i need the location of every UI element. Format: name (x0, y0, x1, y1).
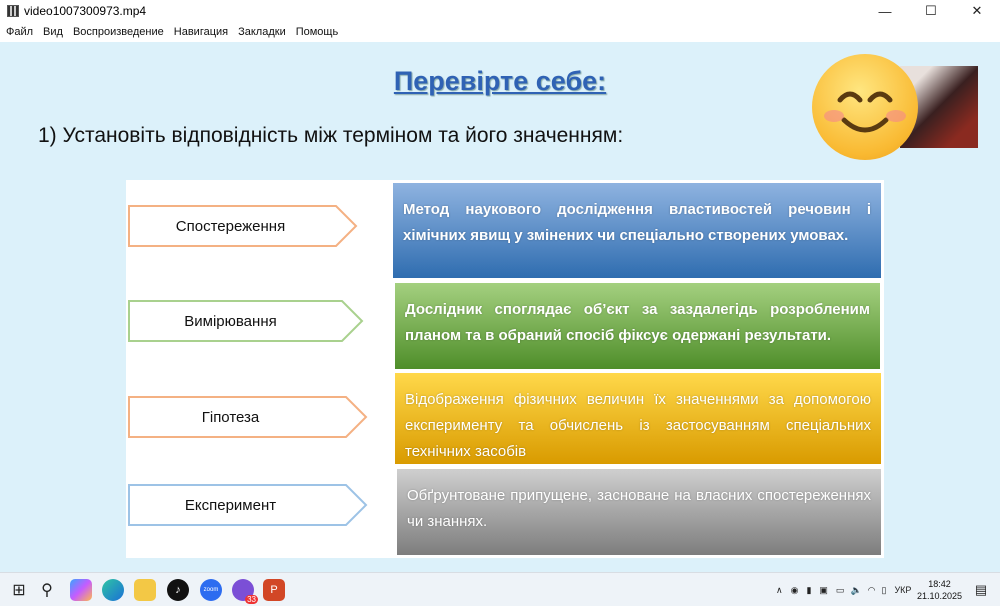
taskbar: ⊞ ⚲ ♪ zoom 33 P ∧ ◉ ▮ ▣ ▭ 🔈 ◠ ▯ УКР 18:4… (0, 572, 1000, 606)
term-label: Вимірювання (184, 312, 277, 330)
term-label: Експеримент (184, 496, 277, 514)
video-file-icon (7, 5, 19, 17)
smiling-face-icon (812, 54, 918, 160)
time: 18:42 (928, 579, 951, 589)
language-indicator[interactable]: УКР (894, 585, 911, 595)
viber-icon[interactable]: 33 (232, 579, 258, 604)
notification-badge: 33 (245, 595, 258, 604)
term-label: Спостереження (175, 217, 286, 235)
zoom-icon[interactable]: zoom (200, 579, 222, 601)
search-icon[interactable]: ⚲ (36, 579, 58, 601)
notifications-icon[interactable]: ▤ (970, 579, 992, 601)
volume-icon[interactable]: 🔈 (850, 585, 861, 596)
tiktok-icon[interactable]: ♪ (167, 579, 189, 601)
copilot-icon[interactable] (70, 579, 92, 601)
term-box: Гіпотеза (128, 396, 368, 438)
definition-box: Метод наукового дослідження властивостей… (393, 183, 881, 278)
definition-box: Обґрунтоване припущене, засноване на вла… (397, 469, 881, 555)
term-box: Вимірювання (128, 300, 364, 342)
powerpoint-icon[interactable]: P (263, 579, 285, 601)
battery-icon[interactable]: ▭ (836, 585, 845, 596)
menu-view[interactable]: Вид (43, 26, 63, 38)
matching-panel: Спостереження Вимірювання Гіпотеза Експе… (126, 180, 884, 558)
app-tray-icon[interactable]: ▣ (819, 585, 828, 596)
menu-navigation[interactable]: Навигация (174, 26, 228, 38)
definition-box: Відображення фізичних величин їх значенн… (395, 373, 881, 464)
microphone-icon[interactable]: ▮ (806, 585, 811, 596)
clock[interactable]: 18:42 21.10.2025 (917, 578, 962, 602)
slide-subtitle: 1) Установіть відповідність між терміном… (38, 124, 624, 147)
menu-bar: Файл Вид Воспроизведение Навигация Закла… (0, 22, 1000, 42)
record-icon[interactable]: ◉ (791, 585, 799, 596)
file-explorer-icon[interactable] (134, 579, 156, 601)
windows-start-icon[interactable]: ⊞ (8, 579, 30, 601)
chevron-up-icon[interactable]: ∧ (776, 585, 783, 596)
title-bar: video1007300973.mp4 — ☐ ✕ (0, 0, 1000, 22)
term-box: Експеримент (128, 484, 368, 526)
device-icon[interactable]: ▯ (882, 585, 887, 596)
term-box: Спостереження (128, 205, 358, 247)
menu-playback[interactable]: Воспроизведение (73, 26, 164, 38)
window-title: video1007300973.mp4 (24, 4, 147, 18)
edge-icon[interactable] (102, 579, 124, 601)
maximize-button[interactable]: ☐ (908, 0, 954, 22)
date: 21.10.2025 (916, 591, 962, 601)
wifi-icon[interactable]: ◠ (868, 585, 876, 596)
close-button[interactable]: ✕ (954, 0, 1000, 22)
menu-file[interactable]: Файл (6, 26, 33, 38)
definition-box: Дослідник споглядає об’єкт за заздалегід… (395, 283, 880, 369)
menu-bookmarks[interactable]: Закладки (238, 26, 286, 38)
term-label: Гіпотеза (201, 408, 260, 426)
minimize-button[interactable]: — (862, 0, 908, 22)
system-tray: ∧ ◉ ▮ ▣ ▭ 🔈 ◠ ▯ УКР (776, 573, 911, 607)
menu-help[interactable]: Помощь (296, 26, 339, 38)
